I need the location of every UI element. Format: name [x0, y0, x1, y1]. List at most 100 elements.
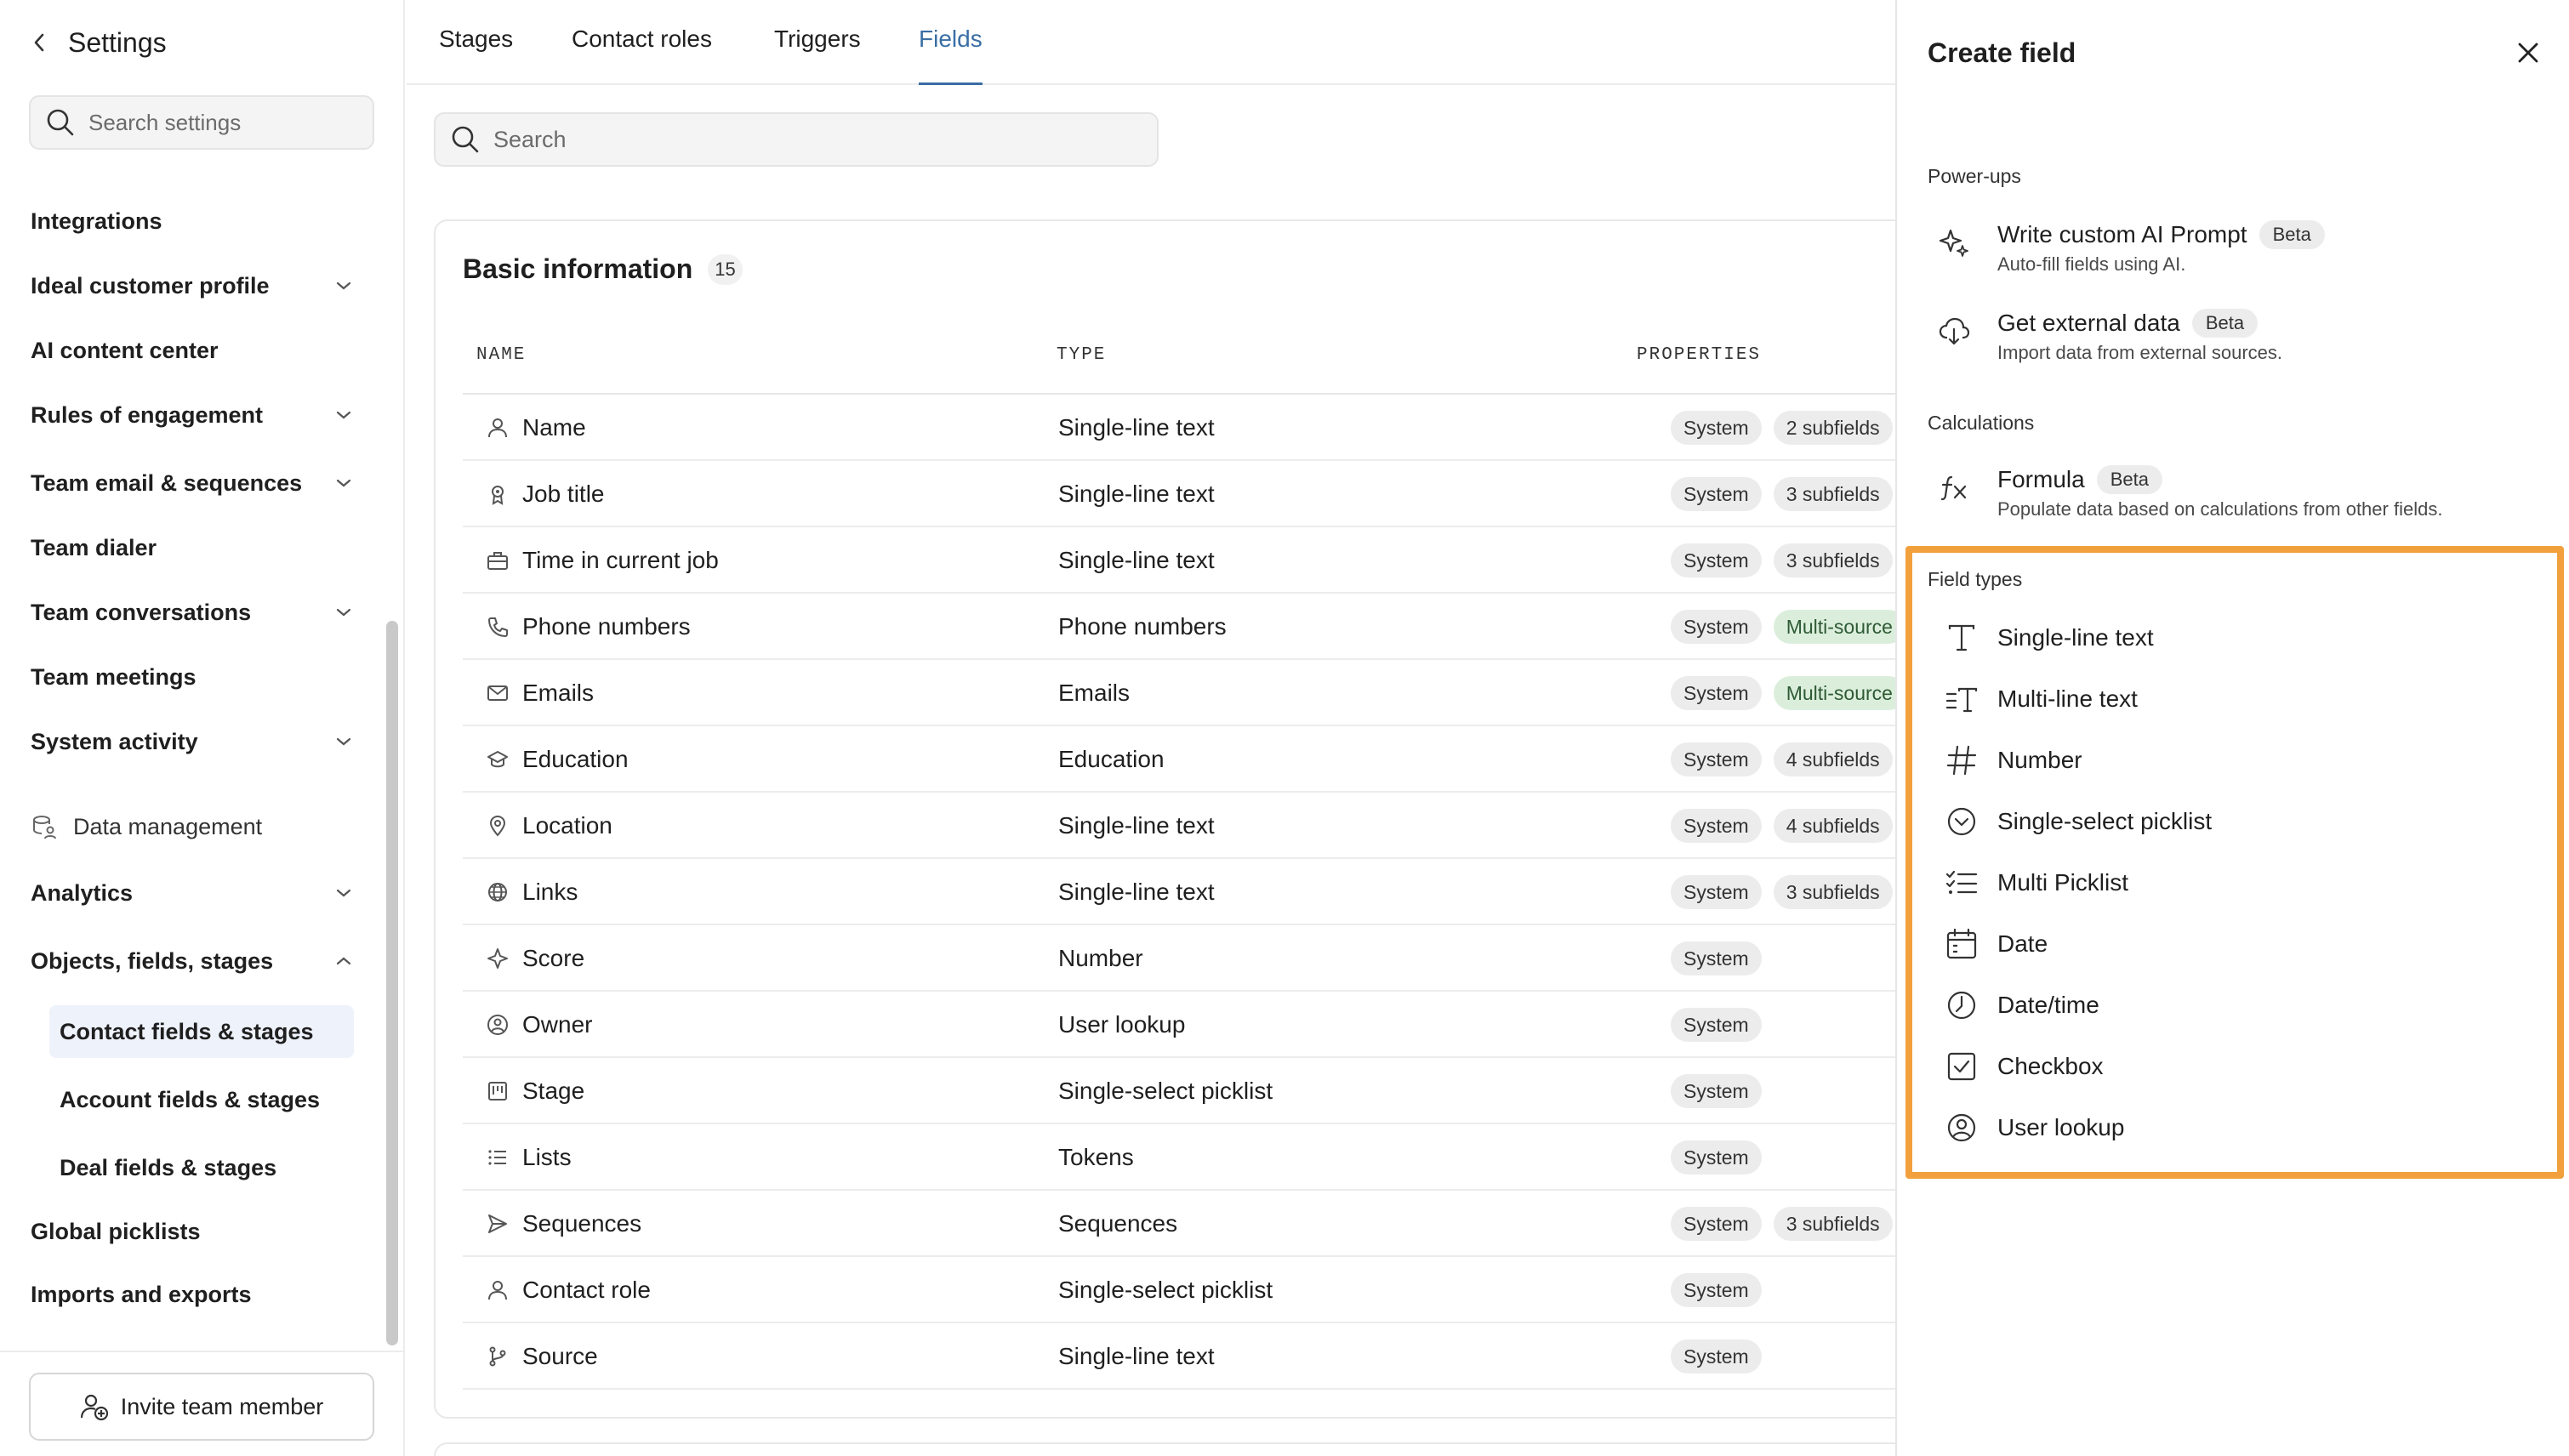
column-header-name: NAME: [476, 345, 527, 365]
tabs-bar: Stages Contact roles Triggers Fields: [407, 0, 1895, 85]
close-icon[interactable]: [2513, 37, 2543, 68]
sidebar-item-integrations[interactable]: Integrations: [31, 197, 354, 245]
row-properties: System 3 subfields: [1671, 527, 1905, 594]
system-badge: System: [1671, 411, 1762, 445]
sidebar-item-team-email-sequences[interactable]: Team email & sequences: [31, 459, 354, 507]
row-properties: System 2 subfields: [1671, 395, 1905, 461]
row-type: Single-line text: [1058, 414, 1215, 441]
option-title: Get external data: [1997, 310, 2180, 336]
sidebar-item-label: Analytics: [31, 879, 134, 906]
option-text: Formula Beta Populate data based on calc…: [1997, 463, 2442, 520]
mail-icon: [485, 680, 510, 706]
sidebar-item-team-conversations[interactable]: Team conversations: [31, 589, 354, 636]
sidebar-item-imports-exports[interactable]: Imports and exports: [31, 1271, 354, 1318]
sidebar-item-ai-content-center[interactable]: AI content center: [31, 327, 354, 374]
field-type-checkbox[interactable]: Checkbox: [1943, 1041, 2104, 1092]
table-row[interactable]: Emails Emails System Multi-source: [463, 660, 1909, 726]
chevron-down-icon: [333, 473, 354, 493]
table-row[interactable]: Sequences Sequences System 3 subfields: [463, 1191, 1909, 1257]
person-icon: [485, 415, 510, 441]
tab-contact-roles[interactable]: Contact roles: [572, 26, 712, 85]
row-name-cell: Education: [485, 726, 629, 793]
table-row[interactable]: Job title Single-line text System 3 subf…: [463, 461, 1909, 527]
row-type: Single-line text: [1058, 879, 1215, 905]
table-row[interactable]: Phone numbers Phone numbers System Multi…: [463, 594, 1909, 660]
table-row[interactable]: Links Single-line text System 3 subfield…: [463, 859, 1909, 925]
table-row[interactable]: Time in current job Single-line text Sys…: [463, 527, 1909, 594]
fields-search-input[interactable]: [493, 126, 1140, 153]
sidebar-item-data-management[interactable]: Data management: [31, 803, 354, 850]
sidebar-item-objects-fields-stages[interactable]: Objects, fields, stages: [31, 937, 354, 985]
table-row[interactable]: Name Single-line text System 2 subfields: [463, 395, 1909, 461]
section-header: Basic information 15: [463, 253, 743, 285]
row-name: Location: [522, 812, 612, 839]
sidebar-search-input[interactable]: [88, 109, 361, 136]
tab-fields[interactable]: Fields: [919, 26, 983, 85]
table-row[interactable]: Contact role Single-select picklist Syst…: [463, 1257, 1909, 1323]
field-type-date[interactable]: Date: [1943, 919, 2048, 970]
sidebar-item-system-activity[interactable]: System activity: [31, 718, 354, 765]
option-description: Import data from external sources.: [1997, 342, 2283, 363]
field-type-label: User lookup: [1997, 1114, 2125, 1140]
field-type-single-select-picklist[interactable]: Single-select picklist: [1943, 796, 2212, 847]
option-title-row: Write custom AI Prompt Beta: [1997, 218, 2325, 252]
field-type-user-lookup[interactable]: User lookup: [1943, 1102, 2124, 1153]
sidebar-item-team-dialer[interactable]: Team dialer: [31, 524, 354, 572]
row-name: Source: [522, 1343, 598, 1369]
row-name-cell: Time in current job: [485, 527, 719, 594]
row-type: Education: [1058, 746, 1165, 772]
table-row[interactable]: Education Education System 4 subfields: [463, 726, 1909, 793]
tab-stages[interactable]: Stages: [439, 26, 513, 85]
sidebar-item-data-management-content: Data management: [31, 813, 262, 840]
hash-icon: [1943, 742, 1980, 779]
panel-title: Create field: [1928, 37, 2076, 68]
write-ai-prompt-option[interactable]: Write custom AI Prompt Beta Auto-fill fi…: [1936, 218, 2532, 286]
calendar-icon: [1943, 925, 1980, 963]
table-row[interactable]: Score Number System: [463, 925, 1909, 992]
list-icon: [485, 1145, 510, 1170]
field-type-label: Checkbox: [1997, 1053, 2104, 1079]
field-type-label: Single-select picklist: [1997, 808, 2213, 834]
graduation-icon: [485, 747, 510, 772]
sparkle-icon: [1936, 225, 1972, 260]
option-title-row: Get external data Beta: [1997, 306, 2282, 340]
sidebar-search[interactable]: [29, 95, 374, 150]
row-name: Education: [522, 746, 629, 772]
sidebar-item-global-picklists[interactable]: Global picklists: [31, 1208, 354, 1255]
sidebar-item-rules-of-engagement[interactable]: Rules of engagement: [31, 391, 354, 439]
table-row[interactable]: Lists Tokens System: [463, 1124, 1909, 1191]
field-type-single-line-text[interactable]: Single-line text: [1943, 612, 2154, 663]
formula-option[interactable]: Formula Beta Populate data based on calc…: [1936, 463, 2532, 531]
sidebar-item-ideal-customer-profile[interactable]: Ideal customer profile: [31, 262, 354, 310]
sidebar-item-analytics[interactable]: Analytics: [31, 869, 354, 917]
sidebar-subitem-deal-fields[interactable]: Deal fields & stages: [49, 1141, 354, 1194]
field-type-multi-line-text[interactable]: Multi-line text: [1943, 674, 2138, 725]
table-row[interactable]: Owner User lookup System: [463, 992, 1909, 1058]
row-properties: System: [1671, 1323, 1774, 1390]
option-text: Get external data Beta Import data from …: [1997, 306, 2282, 364]
badge-icon: [485, 481, 510, 507]
field-type-date-time[interactable]: Date/time: [1943, 980, 2099, 1031]
table-row[interactable]: Location Single-line text System 4 subfi…: [463, 793, 1909, 859]
tab-triggers[interactable]: Triggers: [774, 26, 861, 85]
sidebar-subitem-contact-fields[interactable]: Contact fields & stages: [49, 1005, 354, 1058]
table-row[interactable]: Stage Single-select picklist System: [463, 1058, 1909, 1124]
back-icon[interactable]: [31, 29, 48, 56]
tab-label: Triggers: [774, 26, 861, 52]
field-type-label: Date/time: [1997, 992, 2099, 1018]
field-type-multi-picklist[interactable]: Multi Picklist: [1943, 857, 2128, 908]
sidebar-subitem-account-fields[interactable]: Account fields & stages: [49, 1073, 354, 1126]
system-badge: System: [1671, 676, 1762, 710]
get-external-data-option[interactable]: Get external data Beta Import data from …: [1936, 306, 2532, 374]
field-type-number[interactable]: Number: [1943, 735, 2082, 786]
sidebar-item-label: Objects, fields, stages: [31, 947, 274, 974]
invite-team-member-button[interactable]: Invite team member: [29, 1373, 374, 1441]
table-row[interactable]: Source Single-line text System: [463, 1323, 1909, 1390]
fields-search[interactable]: [434, 112, 1159, 167]
subfields-badge: 2 subfields: [1773, 411, 1893, 445]
sidebar-item-team-meetings[interactable]: Team meetings: [31, 653, 354, 701]
sidebar-scrollbar[interactable]: [386, 621, 398, 1345]
row-name-cell: Lists: [485, 1124, 572, 1191]
row-name: Phone numbers: [522, 613, 691, 640]
row-properties: System: [1671, 1124, 1774, 1191]
